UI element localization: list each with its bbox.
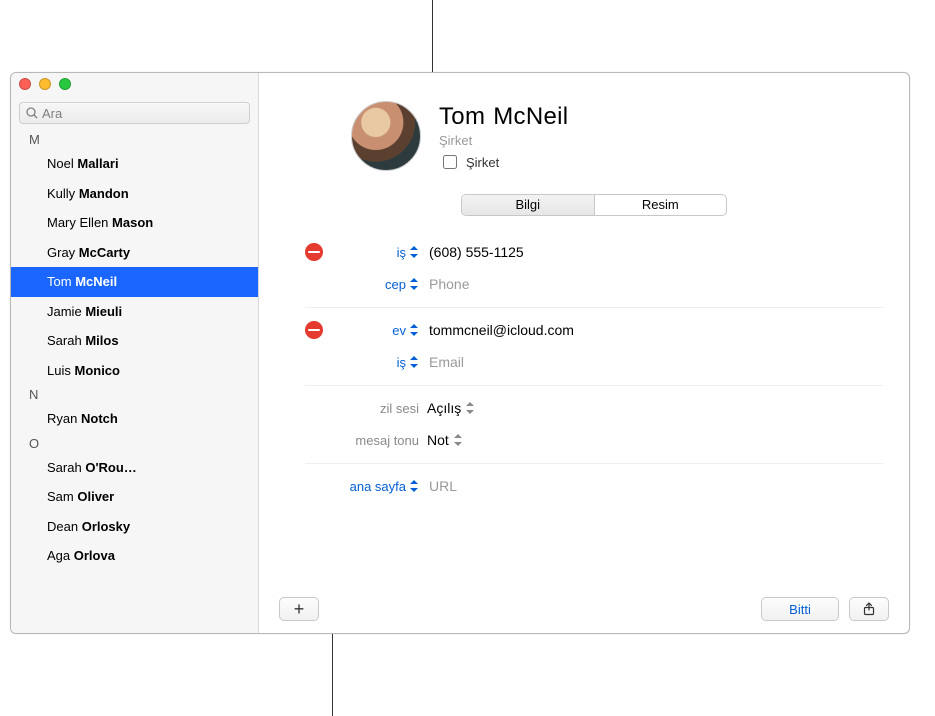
list-item[interactable]: Kully Mandon [11, 179, 258, 209]
chevron-updown-icon [409, 356, 419, 368]
section-header-n: N [11, 385, 258, 404]
list-item[interactable]: Luis Monico [11, 356, 258, 386]
texttone-label: mesaj tonu [331, 433, 419, 448]
list-item[interactable]: Sarah Milos [11, 326, 258, 356]
list-item[interactable]: Aga Orlova [11, 541, 258, 571]
zoom-window-button[interactable] [59, 78, 71, 90]
annotation-line-bottom [332, 634, 333, 716]
homepage-label[interactable]: ana sayfa [331, 479, 419, 494]
card-footer: + Bitti [259, 585, 909, 633]
list-item[interactable]: Sam Oliver [11, 482, 258, 512]
delete-field-button[interactable] [305, 321, 323, 339]
share-icon [862, 602, 876, 616]
chevron-updown-icon [409, 324, 419, 336]
list-item[interactable]: Mary Ellen Mason [11, 208, 258, 238]
ringtone-label: zil sesi [331, 401, 419, 416]
phone-work-value[interactable] [427, 243, 883, 261]
section-header-m: M [11, 130, 258, 149]
chevron-updown-icon [409, 246, 419, 258]
contact-name[interactable]: TomMcNeil [439, 103, 568, 131]
search-input[interactable] [19, 102, 250, 124]
list-item[interactable]: Jamie Mieuli [11, 297, 258, 327]
phone-mobile-label[interactable]: cep [331, 277, 419, 292]
email-work-value[interactable] [427, 353, 883, 371]
contacts-list[interactable]: M Noel Mallari Kully Mandon Mary Ellen M… [11, 130, 258, 633]
email-home-label[interactable]: ev [331, 323, 419, 338]
close-window-button[interactable] [19, 78, 31, 90]
tab-image[interactable]: Resim [595, 195, 727, 215]
delete-field-button[interactable] [305, 243, 323, 261]
company-checkbox-label: Şirket [466, 155, 499, 170]
contacts-window: M Noel Mallari Kully Mandon Mary Ellen M… [10, 72, 910, 634]
company-field[interactable]: Şirket [439, 133, 568, 148]
avatar[interactable] [351, 101, 421, 171]
list-item-selected[interactable]: Tom McNeil [11, 267, 258, 297]
list-item[interactable]: Gray McCarty [11, 238, 258, 268]
contact-card: TomMcNeil Şirket Şirket Bilgi Resim iş [259, 73, 909, 633]
chevron-updown-icon [453, 434, 463, 446]
share-button[interactable] [849, 597, 889, 621]
list-item[interactable]: Ryan Notch [11, 404, 258, 434]
email-home-value[interactable] [427, 321, 883, 339]
contacts-sidebar: M Noel Mallari Kully Mandon Mary Ellen M… [11, 73, 259, 633]
homepage-value[interactable] [427, 477, 883, 495]
phone-work-label[interactable]: iş [331, 245, 419, 260]
done-button[interactable]: Bitti [761, 597, 839, 621]
phone-mobile-value[interactable] [427, 275, 883, 293]
section-header-o: O [11, 434, 258, 453]
chevron-updown-icon [409, 480, 419, 492]
search-icon [25, 106, 39, 120]
search-field-container [19, 102, 250, 124]
window-traffic-lights [19, 78, 71, 90]
list-item[interactable]: Noel Mallari [11, 149, 258, 179]
email-work-label[interactable]: iş [331, 355, 419, 370]
chevron-updown-icon [465, 402, 475, 414]
company-checkbox-input[interactable] [443, 155, 457, 169]
texttone-select[interactable]: Not [427, 432, 883, 448]
company-checkbox[interactable]: Şirket [439, 152, 568, 172]
info-image-segmented-control[interactable]: Bilgi Resim [461, 194, 727, 216]
ringtone-select[interactable]: Açılış [427, 400, 883, 416]
chevron-updown-icon [409, 278, 419, 290]
tab-info[interactable]: Bilgi [462, 195, 595, 215]
add-field-button[interactable]: + [279, 597, 319, 621]
annotation-line-top [432, 0, 433, 72]
list-item[interactable]: Dean Orlosky [11, 512, 258, 542]
list-item[interactable]: Sarah O'Rou… [11, 453, 258, 483]
minimize-window-button[interactable] [39, 78, 51, 90]
